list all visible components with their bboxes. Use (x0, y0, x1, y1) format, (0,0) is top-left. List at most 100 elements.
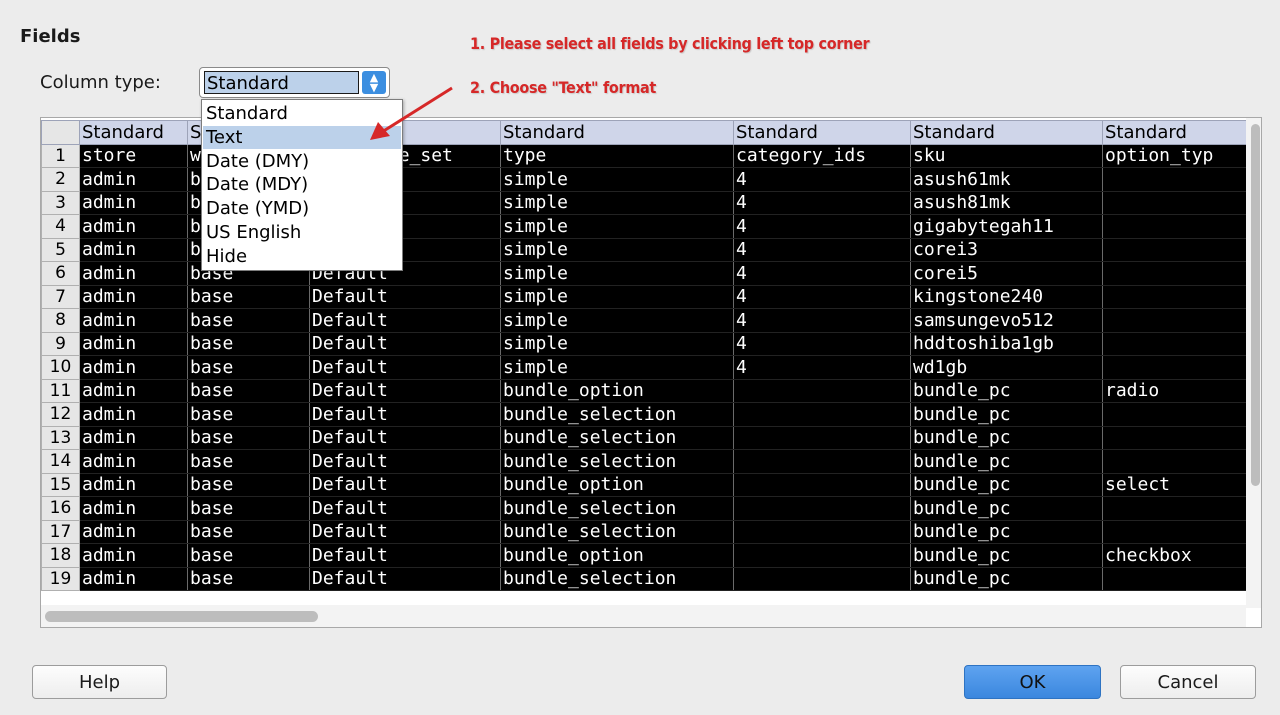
table-cell: bundle_selection (500, 496, 734, 521)
table-cell: select (1102, 473, 1247, 497)
table-cell: simple (500, 191, 734, 215)
table-cell: samsungevo512 (910, 308, 1103, 333)
table-cell: 4 (733, 355, 911, 380)
row-number: 15 (41, 472, 80, 497)
table-row: 16 admin base Default bundle_selection bundle… (41, 496, 1247, 521)
horizontal-scroll-thumb[interactable] (45, 611, 318, 622)
row-number: 19 (41, 566, 80, 591)
table-cell: Default (309, 332, 501, 356)
table-cell: admin (79, 520, 188, 544)
fields-title: Fields (20, 26, 81, 47)
table-row: 18 admin base Default bundle_option bundle_pc… (41, 543, 1247, 568)
table-cell: admin (79, 473, 188, 497)
table-cell: bundle_pc (910, 402, 1103, 427)
table-row: 17 admin base Default bundle_selection bundle… (41, 519, 1247, 544)
column-header[interactable]: Standard (79, 120, 188, 145)
table-cell: admin (79, 543, 188, 568)
dropdown-option[interactable]: Date (DMY) (203, 150, 401, 174)
table-cell: 4 (733, 191, 911, 215)
table-row: 7 admin base Default simple 4 kingstone240 (41, 284, 1247, 309)
select-all-corner[interactable] (41, 120, 80, 145)
dropdown-option[interactable]: US English (203, 221, 401, 245)
table-cell (1102, 261, 1247, 286)
row-number: 6 (41, 261, 80, 286)
vertical-scrollbar[interactable] (1246, 118, 1261, 608)
table-cell: simple (500, 238, 734, 262)
table-cell: option_typ (1102, 144, 1247, 168)
table-cell: bundle_selection (500, 449, 734, 474)
row-number: 18 (41, 543, 80, 568)
table-cell: 4 (733, 238, 911, 262)
annotation-step1: 1. Please select all fields by clicking … (470, 34, 870, 53)
column-type-value[interactable]: Standard (204, 71, 359, 94)
table-cell: bundle_selection (500, 520, 734, 544)
column-header[interactable]: Standard (910, 120, 1103, 145)
table-cell: bundle_option (500, 473, 734, 497)
row-number: 8 (41, 308, 80, 333)
table-cell: base (187, 308, 310, 333)
table-cell (733, 473, 911, 497)
help-button[interactable]: Help (32, 665, 167, 699)
column-header[interactable]: Standard (733, 120, 911, 145)
table-cell: simple (500, 308, 734, 333)
table-cell: kingstone240 (910, 285, 1103, 309)
table-row: 9 admin base Default simple 4 hddtoshiba1gb (41, 331, 1247, 356)
table-cell: base (187, 449, 310, 474)
table-cell: base (187, 355, 310, 380)
table-cell: type (500, 144, 734, 168)
table-cell: bundle_pc (910, 520, 1103, 544)
table-cell: admin (79, 214, 188, 239)
table-cell (1102, 355, 1247, 380)
table-cell: 4 (733, 308, 911, 333)
annotation-arrow-icon (370, 86, 453, 140)
table-row: 14 admin base Default bundle_selection bundle… (41, 449, 1247, 474)
table-cell: simple (500, 261, 734, 286)
dropdown-option[interactable]: Hide (203, 245, 401, 269)
column-header[interactable]: Standard (1102, 120, 1247, 145)
table-cell: admin (79, 379, 188, 403)
table-cell: base (187, 402, 310, 427)
table-cell: store (79, 144, 188, 168)
table-cell: bundle_option (500, 543, 734, 568)
table-cell: bundle_pc (910, 567, 1103, 591)
table-cell: bundle_selection (500, 402, 734, 427)
table-cell: 4 (733, 261, 911, 286)
column-header[interactable]: Standard (500, 120, 734, 145)
table-cell: admin (79, 567, 188, 591)
row-number: 11 (41, 378, 80, 403)
table-cell: radio (1102, 379, 1247, 403)
cancel-button[interactable]: Cancel (1120, 665, 1256, 699)
vertical-scroll-thumb[interactable] (1251, 124, 1260, 486)
table-cell: bundle_pc (910, 426, 1103, 450)
table-row: 19 admin base Default bundle_selection bundle… (41, 566, 1247, 591)
table-cell: simple (500, 167, 734, 192)
table-cell: bundle_pc (910, 379, 1103, 403)
table-cell: simple (500, 285, 734, 309)
table-cell: bundle_pc (910, 473, 1103, 497)
table-cell: base (187, 426, 310, 450)
table-cell (1102, 238, 1247, 262)
table-cell: base (187, 496, 310, 521)
annotation-step2: 2. Choose "Text" format (470, 78, 657, 97)
table-cell (733, 496, 911, 521)
table-cell: Default (309, 449, 501, 474)
table-cell: Default (309, 379, 501, 403)
table-cell: Default (309, 308, 501, 333)
table-row: 12 admin base Default bundle_selection bundle… (41, 402, 1247, 427)
table-cell: admin (79, 332, 188, 356)
table-cell (733, 543, 911, 568)
horizontal-scrollbar[interactable] (41, 605, 1246, 627)
ok-button[interactable]: OK (964, 665, 1101, 699)
table-cell (733, 520, 911, 544)
table-cell: bundle_option (500, 379, 734, 403)
table-cell: admin (79, 449, 188, 474)
table-cell: category_ids (733, 144, 911, 168)
dropdown-option[interactable]: Date (YMD) (203, 197, 401, 221)
row-number: 5 (41, 237, 80, 262)
table-cell: corei3 (910, 238, 1103, 262)
table-cell: bundle_selection (500, 567, 734, 591)
table-cell: simple (500, 355, 734, 380)
table-cell: simple (500, 214, 734, 239)
dropdown-option[interactable]: Date (MDY) (203, 173, 401, 197)
table-cell (733, 567, 911, 591)
